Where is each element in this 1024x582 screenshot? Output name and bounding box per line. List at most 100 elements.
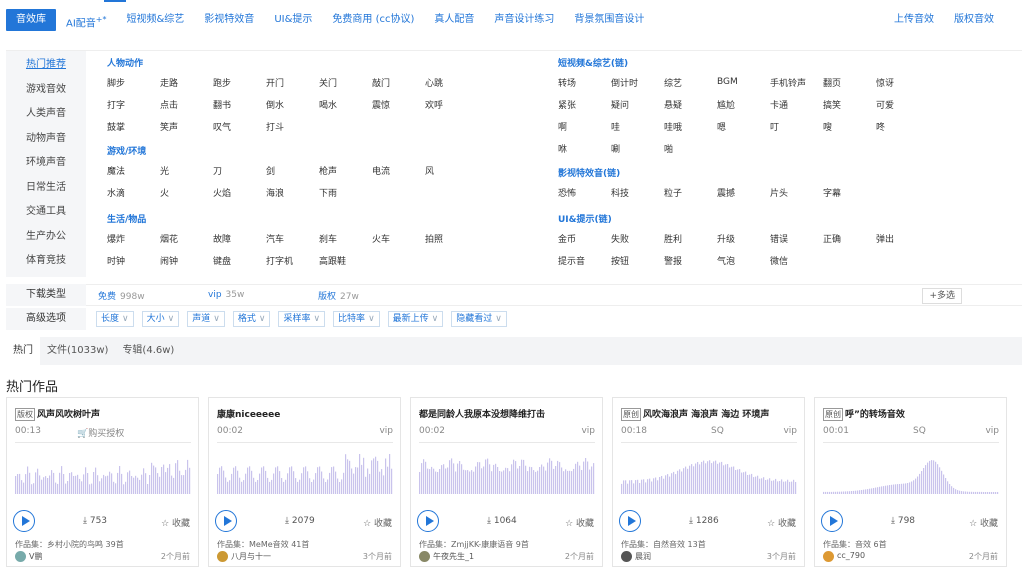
category-tag[interactable]: 电流 (372, 164, 425, 177)
category-tag[interactable]: 打字机 (266, 254, 319, 267)
category-tag[interactable]: 片头 (770, 186, 823, 199)
category-tag[interactable]: 火 (160, 186, 213, 199)
download-count[interactable]: ⤓ 1064 (487, 516, 517, 526)
category-tag[interactable]: 光 (160, 164, 213, 177)
tab-human-voice[interactable]: 真人配音 (424, 9, 484, 31)
download-option-copyright[interactable]: 版权 27w (318, 289, 418, 302)
category-group-title[interactable]: 人物动作 (107, 57, 478, 71)
waveform[interactable] (217, 450, 393, 496)
category-tag[interactable]: 弹出 (876, 232, 929, 245)
category-tag[interactable]: 金币 (558, 232, 611, 245)
sidebar-item-animal[interactable]: 动物声音 (6, 127, 86, 152)
download-option-vip[interactable]: vip 35w (208, 290, 308, 300)
dropdown-latest-upload[interactable]: 最新上传 ∨ (387, 311, 444, 327)
category-tag[interactable]: 粒子 (664, 186, 717, 199)
card-collection[interactable]: 作品集：音效 6首 (823, 539, 887, 550)
card-username[interactable]: 八月与十一 (231, 551, 271, 562)
category-tag[interactable]: 拍照 (425, 232, 478, 245)
category-tag[interactable]: 升级 (717, 232, 770, 245)
category-group-title[interactable]: 生活/物品 (107, 213, 478, 227)
category-tag[interactable]: 悬疑 (664, 98, 717, 111)
category-tag[interactable]: 胜利 (664, 232, 717, 245)
waveform[interactable] (621, 450, 797, 496)
tab-film-fx[interactable]: 影视特效音 (194, 9, 264, 31)
favorite-button[interactable]: ☆ 收藏 (161, 516, 190, 529)
category-tag[interactable]: 咻 (558, 142, 611, 155)
category-tag[interactable]: 哇哦 (664, 120, 717, 133)
card-collection[interactable]: 作品集：自然音效 13首 (621, 539, 706, 550)
dropdown-sample-rate[interactable]: 采样率 ∨ (278, 311, 326, 327)
category-tag[interactable]: 键盘 (213, 254, 266, 267)
sound-card[interactable]: 都是同龄人我原本没想降维打击 00:02 vip ⤓ 1064 ☆ 收藏 作品集… (410, 397, 603, 567)
category-tag[interactable]: 魔法 (107, 164, 160, 177)
category-tag[interactable]: 心跳 (425, 76, 478, 89)
favorite-button[interactable]: ☆ 收藏 (969, 516, 998, 529)
category-tag[interactable]: 下雨 (319, 186, 372, 199)
category-tag[interactable]: 卡通 (770, 98, 823, 111)
category-tag[interactable]: 倒计时 (611, 76, 664, 89)
dropdown-size[interactable]: 大小 ∨ (141, 311, 180, 327)
sidebar-item-hot[interactable]: 热门推荐 (6, 53, 86, 78)
sound-card[interactable]: 原创 呼”的转场音效 00:01 SQ vip ⤓ 798 ☆ 收藏 作品集：音效… (814, 397, 1007, 567)
category-tag[interactable]: 字幕 (823, 186, 876, 199)
waveform[interactable] (419, 450, 595, 496)
category-tag[interactable]: 错误 (770, 232, 823, 245)
card-title[interactable]: 原创 风吹海浪声 海浪声 海边 环境声 (621, 407, 801, 421)
sound-card[interactable]: 版权 风声风吹树叶声 00:13 🛒购买授权 ⤓ 753 ☆ 收藏 作品集：乡村小… (6, 397, 199, 567)
tab-ambient-design[interactable]: 背景氛围音设计 (564, 9, 654, 31)
category-tag[interactable]: 综艺 (664, 76, 717, 89)
category-tag[interactable]: 打斗 (266, 120, 319, 133)
category-tag[interactable]: 警报 (664, 254, 717, 267)
category-tag[interactable]: 海浪 (266, 186, 319, 199)
dropdown-bitrate[interactable]: 比特率 ∨ (333, 311, 380, 327)
tab-files[interactable]: 文件(1033w) (40, 337, 115, 365)
category-tag[interactable]: 闹钟 (160, 254, 213, 267)
category-tag[interactable]: 刀 (213, 164, 266, 177)
download-option-free[interactable]: 免费 998w (98, 289, 198, 302)
category-tag[interactable]: 啊 (558, 120, 611, 133)
category-tag[interactable]: 枪声 (319, 164, 372, 177)
category-tag[interactable]: 哇 (611, 120, 664, 133)
category-tag[interactable]: 唰 (611, 142, 664, 155)
category-group-title[interactable]: 影视特效音(链) (558, 167, 876, 181)
category-tag[interactable]: 喝水 (319, 98, 372, 111)
category-tag[interactable]: 鼓掌 (107, 120, 160, 133)
card-title[interactable]: 康康niceeeee (217, 407, 397, 420)
card-title[interactable]: 都是同龄人我原本没想降维打击 (419, 407, 599, 420)
category-tag[interactable]: 叹气 (213, 120, 266, 133)
play-icon[interactable] (619, 510, 641, 532)
category-tag[interactable]: 爆炸 (107, 232, 160, 245)
download-count[interactable]: ⤓ 753 (83, 516, 107, 526)
category-tag[interactable]: 科技 (611, 186, 664, 199)
sidebar-item-game[interactable]: 游戏音效 (6, 78, 86, 103)
category-tag[interactable]: 提示音 (558, 254, 611, 267)
category-tag[interactable]: 开门 (266, 76, 319, 89)
category-tag[interactable]: 紧张 (558, 98, 611, 111)
play-icon[interactable] (13, 510, 35, 532)
category-tag[interactable]: 震惊 (372, 98, 425, 111)
category-tag[interactable]: 嗯 (717, 120, 770, 133)
tab-ui-prompt[interactable]: UI&提示 (264, 9, 322, 31)
category-tag[interactable]: 翻书 (213, 98, 266, 111)
tab-sound-design[interactable]: 声音设计练习 (484, 9, 564, 31)
card-username[interactable]: 午夜先生_1 (433, 551, 474, 562)
category-tag[interactable]: 正确 (823, 232, 876, 245)
category-tag[interactable]: 汽车 (266, 232, 319, 245)
tab-albums[interactable]: 专辑(4.6w) (115, 337, 181, 365)
category-tag[interactable]: 水滴 (107, 186, 160, 199)
sidebar-item-sports[interactable]: 体育竞技 (6, 249, 86, 274)
play-icon[interactable] (215, 510, 237, 532)
multi-select-button[interactable]: +多选 (922, 288, 962, 304)
category-tag[interactable]: 按钮 (611, 254, 664, 267)
category-tag[interactable]: 尴尬 (717, 98, 770, 111)
category-tag[interactable]: 火焰 (213, 186, 266, 199)
category-tag[interactable]: 点击 (160, 98, 213, 111)
play-icon[interactable] (417, 510, 439, 532)
category-tag[interactable]: 跑步 (213, 76, 266, 89)
sound-card[interactable]: 康康niceeeee 00:02 vip ⤓ 2079 ☆ 收藏 作品集：MeM… (208, 397, 401, 567)
category-tag[interactable]: 啪 (664, 142, 717, 155)
dropdown-channel[interactable]: 声道 ∨ (187, 311, 225, 327)
sidebar-item-human[interactable]: 人类声音 (6, 102, 86, 127)
category-tag[interactable]: 欢呼 (425, 98, 478, 111)
category-group-title[interactable]: UI&提示(链) (558, 213, 929, 227)
